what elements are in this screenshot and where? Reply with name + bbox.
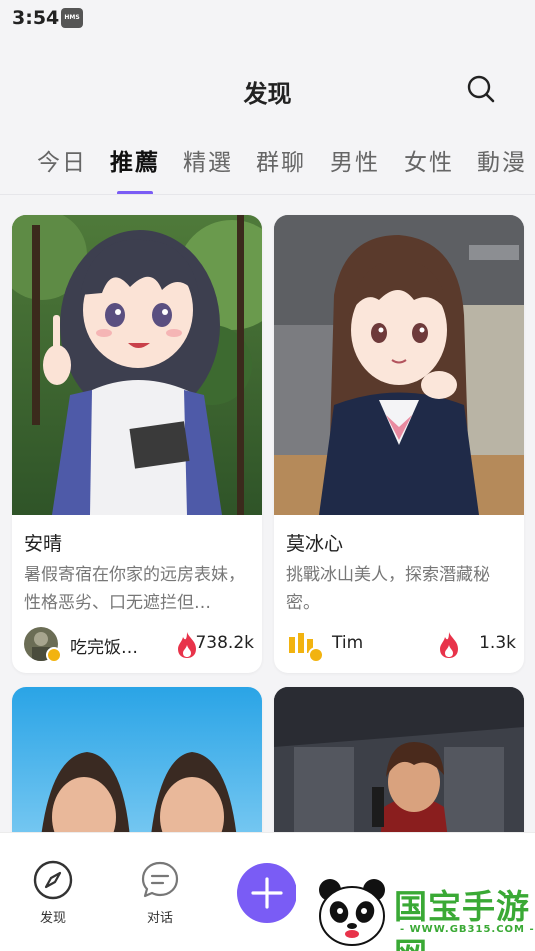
page-title: 发现 xyxy=(243,80,292,108)
author-row: Tim 1.3k xyxy=(286,627,516,663)
character-name: 安晴 xyxy=(24,533,63,555)
verified-badge-icon xyxy=(46,647,62,663)
character-card[interactable]: 安晴 暑假寄宿在你家的远房表妹，性格恶劣、口无遮拦但… 吃完饭… 738.2k xyxy=(12,215,262,673)
author-row: 吃完饭… 738.2k xyxy=(24,627,254,663)
fire-icon xyxy=(438,631,460,659)
verified-badge-icon xyxy=(308,647,324,663)
character-description: 暑假寄宿在你家的远房表妹，性格恶劣、口无遮拦但… xyxy=(24,565,245,613)
watermark: 国宝手游网 - WWW.GB315.COM - xyxy=(296,862,535,951)
active-tab-indicator xyxy=(117,191,153,194)
chat-bubble-icon xyxy=(139,859,181,901)
character-image xyxy=(274,215,524,515)
status-time: 3:54 xyxy=(12,7,60,29)
tab-male[interactable]: 男性 xyxy=(330,143,380,177)
compass-icon xyxy=(32,859,74,901)
plus-icon xyxy=(251,877,283,909)
tab-anime[interactable]: 動漫 xyxy=(477,143,527,177)
tab-today[interactable]: 今日 xyxy=(37,143,87,177)
character-name: 莫冰心 xyxy=(286,533,344,555)
nav-discover[interactable]: 发现 xyxy=(23,859,83,926)
nav-chat-label: 对话 xyxy=(146,911,173,926)
author-name[interactable]: Tim xyxy=(332,633,363,653)
nav-chat[interactable]: 对话 xyxy=(130,859,190,926)
watermark-text: 国宝手游网 xyxy=(394,887,530,951)
create-button[interactable] xyxy=(237,863,297,923)
character-description: 挑戰冰山美人，探索潛藏秘密。 xyxy=(286,565,490,613)
search-icon[interactable] xyxy=(466,74,496,104)
category-tabs: 今日 推薦 精選 群聊 男性 女性 動漫 xyxy=(0,135,535,195)
author-name[interactable]: 吃完饭… xyxy=(70,633,138,658)
app-header: 发现 xyxy=(0,40,535,135)
character-card[interactable]: 莫冰心 挑戰冰山美人，探索潛藏秘密。 Tim 1.3k xyxy=(274,215,524,673)
tab-featured[interactable]: 精選 xyxy=(183,143,233,177)
popularity-count: 738.2k xyxy=(195,633,254,653)
character-image xyxy=(12,215,262,515)
tab-recommended[interactable]: 推薦 xyxy=(110,143,160,177)
tab-female[interactable]: 女性 xyxy=(404,143,454,177)
popularity-count: 1.3k xyxy=(479,633,516,653)
watermark-url: - WWW.GB315.COM - xyxy=(400,924,535,935)
nav-discover-label: 发现 xyxy=(39,911,66,926)
tab-group-chat[interactable]: 群聊 xyxy=(256,143,306,177)
panda-logo xyxy=(316,876,388,948)
status-bar: 3:54 HMS xyxy=(0,0,535,40)
hms-badge: HMS xyxy=(61,8,83,28)
